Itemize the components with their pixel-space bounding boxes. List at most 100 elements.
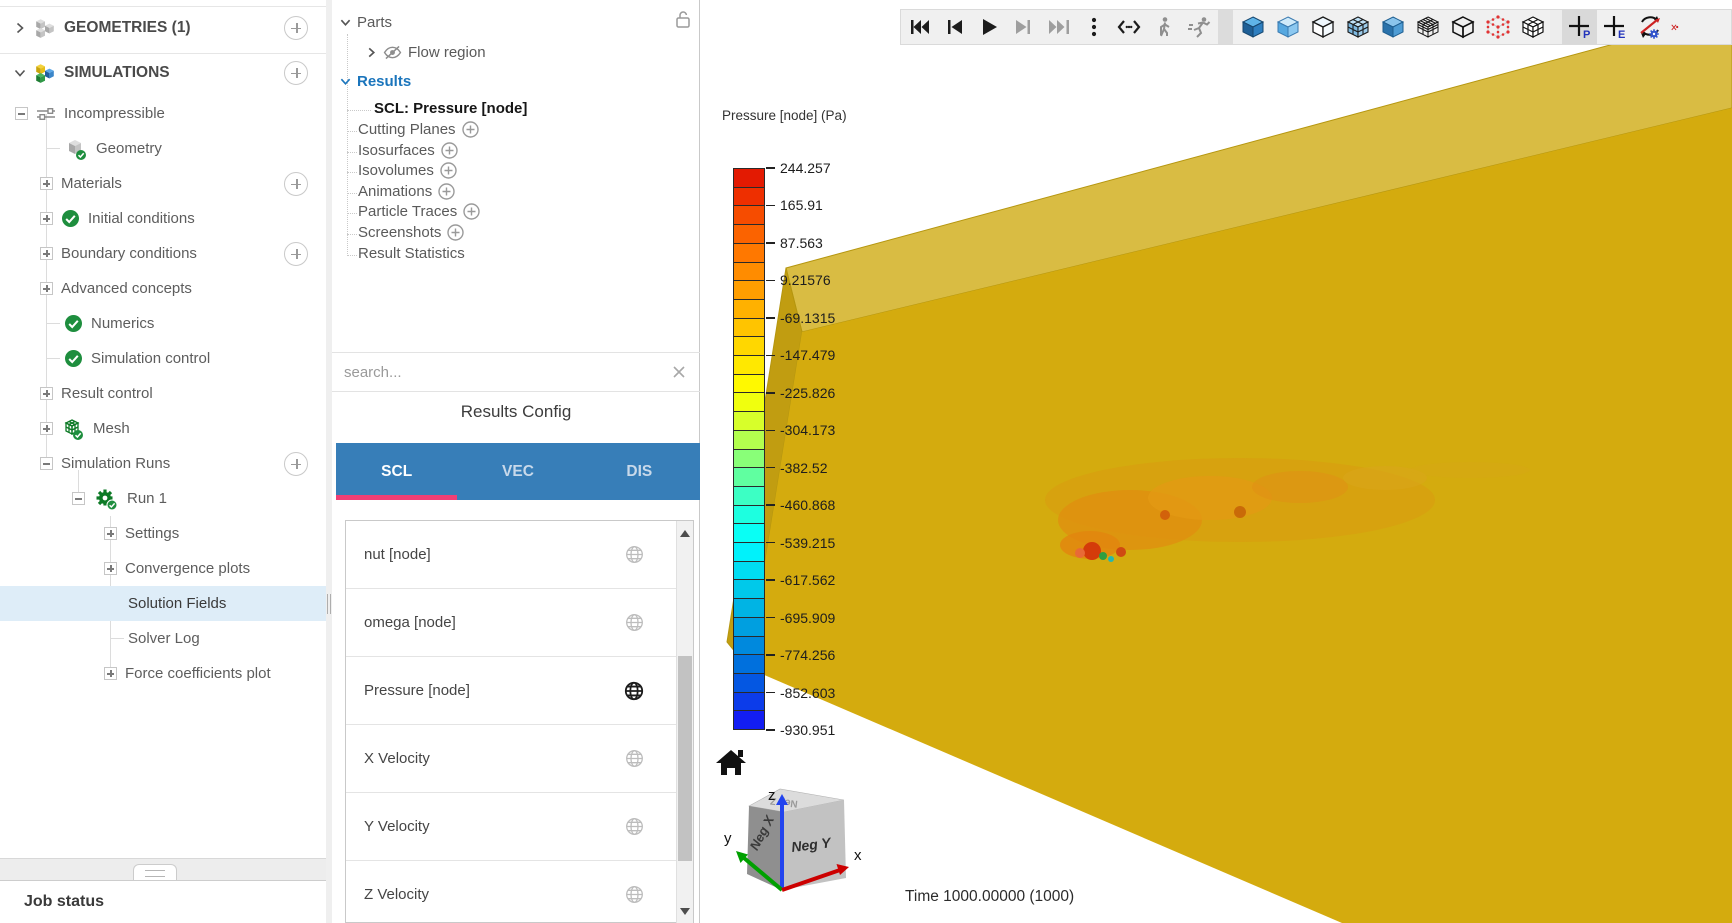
sidebar-item-geometries[interactable]: GEOMETRIES (1)	[0, 10, 326, 45]
parts-tree-cutting-planes[interactable]: Cutting Planes	[358, 121, 479, 138]
parts-tree-screenshots[interactable]: Screenshots	[358, 224, 465, 241]
wireframe-grid-button[interactable]	[1410, 10, 1445, 44]
expand-toggle[interactable]	[40, 177, 53, 190]
step-back-button[interactable]	[936, 10, 971, 44]
add-circle-icon[interactable]	[441, 142, 458, 159]
add-material-button[interactable]	[284, 171, 308, 196]
parts-tree-result-statistics[interactable]: Result Statistics	[358, 245, 465, 262]
add-circle-icon[interactable]	[461, 121, 479, 138]
parts-tree-isovolumes[interactable]: Isovolumes	[358, 162, 457, 179]
keyframes-button[interactable]	[1111, 10, 1146, 44]
sidebar-item-result-control[interactable]: Result control	[0, 376, 326, 411]
parts-tree-isosurfaces[interactable]: Isosurfaces	[358, 142, 458, 159]
field-row-nut[interactable]: nut [node]	[346, 521, 676, 589]
wireframe-button[interactable]	[1445, 10, 1480, 44]
globe-icon[interactable]	[625, 545, 644, 564]
probe-point-button[interactable]: P	[1562, 10, 1597, 44]
tab-dis[interactable]: DIS	[579, 443, 700, 500]
collapse-toggle[interactable]	[15, 107, 28, 120]
parts-tree-particle-traces[interactable]: Particle Traces	[358, 203, 480, 220]
visibility-off-icon[interactable]	[383, 45, 402, 60]
field-row-pressure[interactable]: Pressure [node]	[346, 657, 676, 725]
sidebar-item-settings[interactable]: Settings	[0, 516, 326, 551]
orientation-widget[interactable]: Neg Z Neg X Neg Y z y x	[712, 742, 887, 912]
scrollbar-thumb[interactable]	[678, 656, 692, 861]
play-button[interactable]	[971, 10, 1006, 44]
walk-mode-button[interactable]	[1146, 10, 1181, 44]
tab-vec[interactable]: VEC	[457, 443, 578, 500]
parts-tree-animations[interactable]: Animations	[358, 183, 455, 200]
field-row-omega[interactable]: omega [node]	[346, 589, 676, 657]
add-simulation-button[interactable]	[284, 60, 308, 85]
surface-with-edges-button[interactable]	[1340, 10, 1375, 44]
sidebar-item-solver-log[interactable]: Solver Log	[0, 621, 326, 656]
sidebar-item-mesh[interactable]: Mesh	[0, 411, 326, 446]
parts-tree-scl-pressure[interactable]: SCL: Pressure [node]	[374, 100, 527, 117]
surface-edges-white-button[interactable]	[1515, 10, 1550, 44]
lock-icon[interactable]	[675, 10, 691, 29]
sidebar-item-materials[interactable]: Materials	[0, 166, 326, 201]
field-row-y-velocity[interactable]: Y Velocity	[346, 793, 676, 861]
surface-white-button[interactable]	[1305, 10, 1340, 44]
sidebar-item-convergence-plots[interactable]: Convergence plots	[0, 551, 326, 586]
add-circle-icon[interactable]	[440, 162, 457, 179]
home-icon[interactable]	[716, 750, 746, 775]
collapse-toggle[interactable]	[40, 457, 53, 470]
expand-toggle[interactable]	[40, 282, 53, 295]
expand-toggle[interactable]	[104, 562, 117, 575]
sidebar-item-simulations[interactable]: SIMULATIONS	[0, 55, 326, 90]
sidebar-item-numerics[interactable]: Numerics	[0, 306, 326, 341]
add-circle-icon[interactable]	[447, 224, 465, 241]
expand-toggle[interactable]	[40, 212, 53, 225]
sidebar-item-advanced-concepts[interactable]: Advanced concepts	[0, 271, 326, 306]
sidebar-item-force-coefficients-plot[interactable]: Force coefficients plot	[0, 656, 326, 691]
search-input[interactable]	[332, 363, 672, 381]
expand-toggle[interactable]	[40, 247, 53, 260]
scroll-down-arrow[interactable]	[680, 908, 690, 915]
globe-icon[interactable]	[625, 613, 644, 632]
expand-toggle[interactable]	[40, 387, 53, 400]
expand-toggle[interactable]	[104, 667, 117, 680]
sidebar-item-simulation-runs[interactable]: Simulation Runs	[0, 446, 326, 481]
parts-tree-flow-region[interactable]: Flow region	[366, 44, 486, 61]
run-mode-button[interactable]	[1181, 10, 1216, 44]
expand-toggle[interactable]	[40, 422, 53, 435]
globe-icon[interactable]	[625, 749, 644, 768]
reset-rotation-button[interactable]	[1632, 10, 1667, 44]
collapse-toggle[interactable]	[72, 492, 85, 505]
job-status-bar[interactable]: Job status	[0, 880, 326, 923]
globe-icon[interactable]	[625, 885, 644, 904]
parts-tree-results[interactable]: Results	[340, 73, 411, 90]
field-row-z-velocity[interactable]: Z Velocity	[346, 861, 676, 923]
more-options-button[interactable]	[1076, 10, 1111, 44]
tab-scl[interactable]: SCL	[336, 443, 458, 500]
globe-icon[interactable]	[625, 817, 644, 836]
add-geometry-button[interactable]	[284, 15, 308, 40]
clear-search-icon[interactable]	[672, 365, 686, 379]
scroll-up-arrow[interactable]	[680, 530, 690, 537]
surface-dark-button[interactable]	[1235, 10, 1270, 44]
add-circle-icon[interactable]	[463, 203, 480, 220]
sidebar-item-geometry[interactable]: Geometry	[0, 131, 326, 166]
sidebar-item-solution-fields[interactable]: Solution Fields	[0, 586, 326, 621]
solid-cube-button[interactable]	[1375, 10, 1410, 44]
clipped-icon[interactable]	[1667, 10, 1679, 44]
add-boundary-condition-button[interactable]	[284, 241, 308, 266]
job-status-drag-handle[interactable]	[133, 864, 177, 881]
sidebar-item-initial-conditions[interactable]: Initial conditions	[0, 201, 326, 236]
sidebar-item-boundary-conditions[interactable]: Boundary conditions	[0, 236, 326, 271]
field-list-scrollbar[interactable]	[676, 521, 693, 923]
surface-light-button[interactable]	[1270, 10, 1305, 44]
sidebar-item-simulation-control[interactable]: Simulation control	[0, 341, 326, 376]
3d-viewport[interactable]: Pressure [node] (Pa) 244.257 165.91 87.563…	[700, 0, 1732, 923]
probe-element-button[interactable]: E	[1597, 10, 1632, 44]
skip-to-start-button[interactable]	[901, 10, 936, 44]
skip-to-end-button[interactable]	[1041, 10, 1076, 44]
points-button[interactable]	[1480, 10, 1515, 44]
sidebar-item-incompressible[interactable]: Incompressible	[0, 96, 326, 131]
add-circle-icon[interactable]	[438, 183, 455, 200]
add-run-button[interactable]	[284, 451, 308, 476]
globe-icon-active[interactable]	[624, 681, 644, 701]
expand-toggle[interactable]	[104, 527, 117, 540]
parts-tree-root[interactable]: Parts	[340, 14, 392, 31]
